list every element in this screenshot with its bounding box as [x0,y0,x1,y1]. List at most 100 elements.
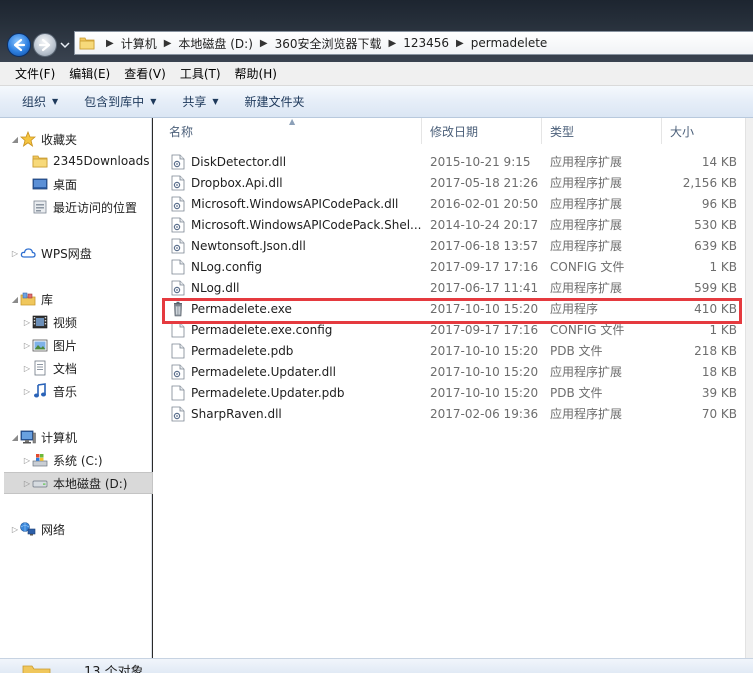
nav-network[interactable]: ▷ 网络 [10,518,152,540]
expander-collapsed-icon[interactable]: ▷ [22,341,32,350]
nav-item-recent-places[interactable]: 最近访问的位置 [32,196,152,218]
file-date-modified: 2017-10-10 15:20 [430,385,539,400]
organize-button[interactable]: 组织 ▼ [14,93,66,110]
file-name: Dropbox.Api.dll [171,172,431,193]
nav-item-drive-c[interactable]: ▷ 系统 (C:) [22,449,152,471]
file-row[interactable]: Permadelete.Updater.dll 2017-10-10 15:20 应… [161,361,745,382]
menu-file[interactable]: 文件(F) [8,65,62,82]
expander-collapsed-icon[interactable]: ▷ [22,456,32,465]
expander-collapsed-icon[interactable]: ▷ [22,364,32,373]
caret-down-icon: ▼ [212,97,219,106]
nav-item-music[interactable]: ▷ 音乐 [22,380,152,402]
breadcrumb-separator[interactable]: ▶ [449,38,471,49]
caret-down-icon: ▼ [52,97,59,106]
nav-label: 计算机 [41,430,78,445]
nav-favorites[interactable]: ◢ 收藏夹 [10,128,162,150]
column-size[interactable]: 大小 [662,118,745,144]
column-name[interactable]: 名称 [161,118,422,144]
nav-item-videos[interactable]: ▷ 视频 [22,311,152,333]
expander-expanded-icon[interactable]: ◢ [10,295,20,304]
file-size: 39 KB [701,385,737,400]
file-name-text: Permadelete.Updater.dll [191,364,336,379]
caret-down-icon: ▼ [150,97,157,106]
file-size: 1 KB [709,322,737,337]
new-folder-button[interactable]: 新建文件夹 [237,93,313,110]
file-row[interactable]: Permadelete.Updater.pdb 2017-10-10 15:20 P… [161,382,745,403]
nav-computer[interactable]: ◢ 计算机 [10,426,152,448]
file-name: Permadelete.Updater.pdb [171,382,431,403]
file-date-modified: 2017-10-10 15:20 [430,301,539,316]
file-row[interactable]: Permadelete.exe 2017-10-10 15:20 应用程序 410 K… [161,298,745,319]
file-row[interactable]: NLog.dll 2017-06-17 11:41 应用程序扩展 599 KB [161,277,745,298]
expander-collapsed-icon[interactable]: ▷ [22,387,32,396]
menu-view[interactable]: 查看(V) [117,65,173,82]
breadcrumb-123456[interactable]: 123456 [403,36,449,50]
file-row[interactable]: Dropbox.Api.dll 2017-05-18 21:26 应用程序扩展 2,1… [161,172,745,193]
expander-collapsed-icon[interactable]: ▷ [22,479,32,488]
nav-item-2345downloads[interactable]: 2345Downloads [32,150,152,172]
nav-label: 桌面 [53,177,78,192]
file-row[interactable]: Permadelete.exe.config 2017-09-17 17:16 CO… [161,319,745,340]
include-in-library-button[interactable]: 包含到库中 ▼ [76,93,164,110]
forward-button[interactable] [33,33,57,57]
file-row[interactable]: Microsoft.WindowsAPICodePack.Shel... 2014… [161,214,745,235]
file-size: 218 KB [694,343,737,358]
recent-pages-button[interactable] [60,40,70,50]
nav-libraries[interactable]: ◢ 库 [10,288,152,310]
blank-file-icon [171,385,185,400]
nav-label: 视频 [53,315,78,330]
file-name: Permadelete.pdb [171,340,431,361]
menu-tools[interactable]: 工具(T) [173,65,228,82]
breadcrumb-separator[interactable]: ▶ [99,38,121,49]
nav-wps-cloud[interactable]: ▷ WPS网盘 [10,242,152,264]
file-type: CONFIG 文件 [550,323,625,337]
computer-icon [20,429,36,445]
address-bar[interactable]: ▶ 计算机 ▶ 本地磁盘 (D:) ▶ 360安全浏览器下载 ▶ 123456 … [74,31,753,55]
menu-help[interactable]: 帮助(H) [228,65,284,82]
file-name: Permadelete.exe.config [171,319,431,340]
expander-collapsed-icon[interactable]: ▷ [10,525,20,534]
folder-icon [32,153,48,169]
file-row[interactable]: Microsoft.WindowsAPICodePack.dll 2016-02-… [161,193,745,214]
file-row[interactable]: SharpRaven.dll 2017-02-06 19:36 应用程序扩展 70 K… [161,403,745,424]
breadcrumb-separator[interactable]: ▶ [382,38,404,49]
expander-collapsed-icon[interactable]: ▷ [10,249,20,258]
dll-file-icon [171,217,185,232]
file-row[interactable]: DiskDetector.dll 2015-10-21 9:15 应用程序扩展 14 … [161,151,745,172]
breadcrumb-separator[interactable]: ▶ [253,38,275,49]
blank-file-icon [171,343,185,358]
share-button[interactable]: 共享 ▼ [174,93,226,110]
file-type: PDB 文件 [550,344,603,358]
dll-file-icon [171,364,185,379]
file-name-text: DiskDetector.dll [191,154,287,169]
file-name-text: Dropbox.Api.dll [191,175,283,190]
breadcrumb-separator[interactable]: ▶ [157,38,179,49]
nav-label: 图片 [53,338,78,353]
file-type: 应用程序扩展 [550,365,623,379]
nav-item-desktop[interactable]: 桌面 [32,173,152,195]
column-date-modified[interactable]: 修改日期 [422,118,542,144]
file-size: 2,156 KB [682,175,737,190]
breadcrumb-downloads[interactable]: 360安全浏览器下载 [275,35,382,52]
menu-edit[interactable]: 编辑(E) [62,65,117,82]
breadcrumb-computer[interactable]: 计算机 [121,35,157,52]
file-row[interactable]: Permadelete.pdb 2017-10-10 15:20 PDB 文件 218… [161,340,745,361]
breadcrumb-permadelete[interactable]: permadelete [471,36,548,50]
column-type[interactable]: 类型 [542,118,662,144]
back-button[interactable] [7,33,31,57]
expander-expanded-icon[interactable]: ◢ [10,433,20,442]
file-size: 599 KB [694,280,737,295]
file-name-text: Permadelete.exe [191,301,292,316]
vertical-scrollbar[interactable] [745,118,753,658]
file-row[interactable]: NLog.config 2017-09-17 17:16 CONFIG 文件 1 KB [161,256,745,277]
file-name: DiskDetector.dll [171,151,431,172]
window-frame: ▶ 计算机 ▶ 本地磁盘 (D:) ▶ 360安全浏览器下载 ▶ 123456 … [0,0,753,62]
file-type: CONFIG 文件 [550,260,625,274]
nav-item-pictures[interactable]: ▷ 图片 [22,334,152,356]
breadcrumb-drive-d[interactable]: 本地磁盘 (D:) [178,35,252,52]
expander-collapsed-icon[interactable]: ▷ [22,318,32,327]
file-row[interactable]: Newtonsoft.Json.dll 2017-06-18 13:57 应用程序扩… [161,235,745,256]
nav-item-drive-d[interactable]: ▷ 本地磁盘 (D:) [4,472,153,494]
nav-item-documents[interactable]: ▷ 文档 [22,357,152,379]
expander-expanded-icon[interactable]: ◢ [10,135,20,144]
